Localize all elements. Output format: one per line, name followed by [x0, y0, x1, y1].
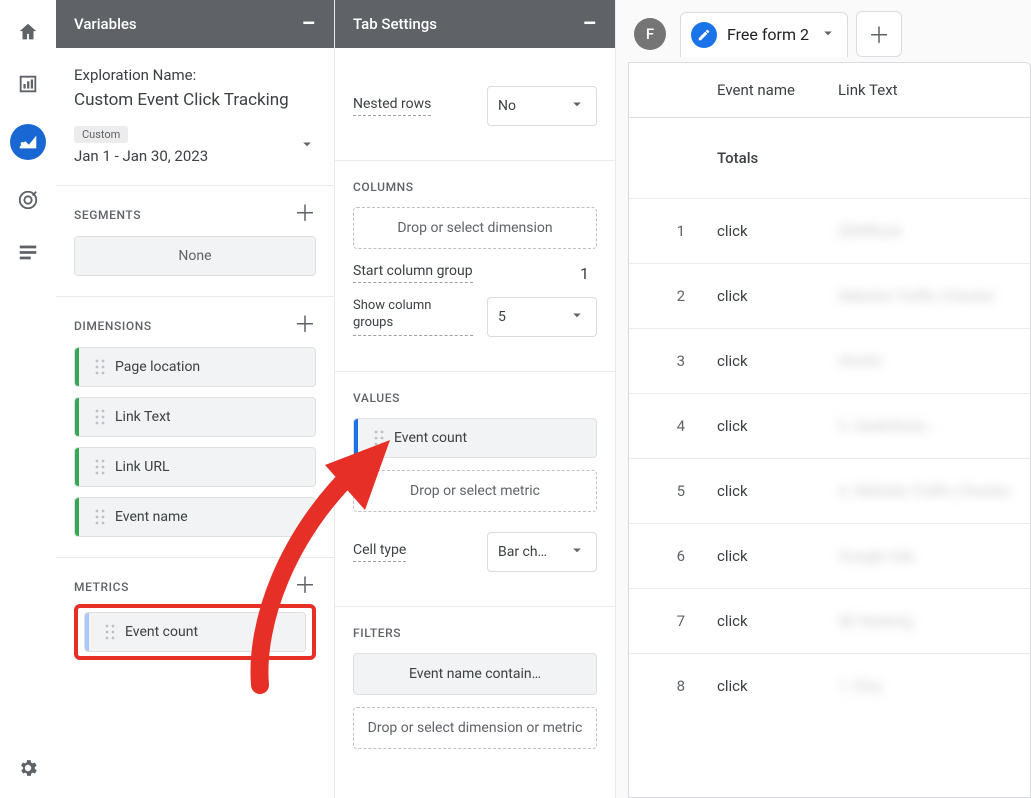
reports-icon[interactable]	[16, 72, 40, 96]
show-column-groups-select[interactable]: 5	[487, 297, 597, 337]
cell-event: click	[701, 329, 822, 394]
explore-icon[interactable]	[10, 124, 46, 160]
tab-settings-panel: Tab Settings − Nested rows No COLUMNS Dr…	[335, 0, 616, 798]
settings-header: Tab Settings −	[335, 0, 615, 48]
variables-panel: Variables − Exploration Name: Custom Eve…	[56, 0, 335, 798]
cell-link-text: Website Traffic Checker	[822, 264, 1031, 329]
cell-type-label: Cell type	[353, 542, 406, 562]
table-row[interactable]: 1clickSEMRushhttps://w	[629, 199, 1031, 264]
table-row[interactable]: 8click1. Etsyhttps://w	[629, 654, 1031, 719]
results-table: Event name Link Text Link URL Totals 1cl…	[629, 63, 1031, 718]
segments-title: SEGMENTS	[74, 208, 141, 222]
table-row[interactable]: 3clickAhrefshttps://w	[629, 329, 1031, 394]
show-column-groups-label: Show column groups	[353, 298, 473, 336]
columns-title: COLUMNS	[353, 180, 414, 194]
dimensions-title: DIMENSIONS	[74, 319, 152, 333]
cell-link-text: 1. Etsy	[822, 654, 1031, 719]
row-index: 2	[629, 264, 701, 329]
cell-event: click	[701, 524, 822, 589]
cell-event: click	[701, 589, 822, 654]
row-index: 3	[629, 329, 701, 394]
variables-title: Variables	[74, 15, 137, 33]
advertising-icon[interactable]	[16, 188, 40, 212]
cell-type-select[interactable]: Bar ch…	[487, 532, 597, 572]
columns-dropzone[interactable]: Drop or select dimension	[353, 207, 597, 249]
totals-row: Totals	[629, 118, 1031, 199]
variables-header: Variables −	[56, 0, 334, 48]
pencil-icon	[691, 22, 717, 48]
settings-title: Tab Settings	[353, 15, 437, 33]
cell-event: click	[701, 264, 822, 329]
col-event-name[interactable]: Event name	[701, 63, 822, 118]
cell-link-text: 4. Website Traffic Checker	[822, 459, 1031, 524]
dimension-chip[interactable]: Link URL	[74, 447, 316, 487]
date-badge: Custom	[74, 126, 128, 143]
nested-rows-select[interactable]: No	[487, 86, 597, 126]
row-index: 5	[629, 459, 701, 524]
row-index: 6	[629, 524, 701, 589]
nested-rows-label: Nested rows	[353, 96, 431, 116]
value-chip-event-count[interactable]: Event count	[353, 418, 597, 458]
row-index: 8	[629, 654, 701, 719]
cell-link-text: SEMRush	[822, 199, 1031, 264]
exploration-name-block[interactable]: Exploration Name: Custom Event Click Tra…	[74, 66, 316, 110]
tab-title: Free form 2	[727, 25, 809, 44]
metric-chip-event-count[interactable]: Event count	[84, 612, 306, 652]
col-link-text[interactable]: Link Text	[822, 63, 1031, 118]
table-row[interactable]: 6clickGoogle Adshttps://a	[629, 524, 1031, 589]
collapse-settings-icon[interactable]: −	[582, 11, 597, 37]
tab-freeform[interactable]: Free form 2	[680, 12, 848, 57]
filter-chip[interactable]: Event name contain…	[353, 653, 597, 695]
results-area: F Free form 2 ＋ Event name Link Text Lin…	[616, 0, 1031, 798]
cell-link-text: 5. GeekStack…	[822, 394, 1031, 459]
cell-link-text: Ahrefs	[822, 329, 1031, 394]
row-index: 7	[629, 589, 701, 654]
data-table-container[interactable]: Event name Link Text Link URL Totals 1cl…	[628, 62, 1031, 798]
table-row[interactable]: 5click4. Website Traffic Checkerhttps://…	[629, 459, 1031, 524]
cell-link-text: Google Ads	[822, 524, 1031, 589]
cell-link-text: SE Ranking	[822, 589, 1031, 654]
avatar: F	[634, 18, 666, 50]
annotation-highlight: Event count	[74, 604, 316, 660]
add-segment-button[interactable]: ＋	[294, 204, 316, 226]
exploration-label: Exploration Name:	[74, 66, 316, 84]
date-range: Jan 1 - Jan 30, 2023	[74, 147, 208, 165]
values-dropzone[interactable]: Drop or select metric	[353, 470, 597, 512]
segments-none: None	[74, 236, 316, 276]
filters-title: FILTERS	[353, 626, 401, 640]
metrics-title: METRICS	[74, 580, 129, 594]
table-row[interactable]: 7clickSE Rankinghttps://w	[629, 589, 1031, 654]
cell-event: click	[701, 199, 822, 264]
chevron-down-icon	[298, 135, 316, 157]
configure-icon[interactable]	[16, 240, 40, 264]
dimension-chip[interactable]: Page location	[74, 347, 316, 387]
app-root: Variables − Exploration Name: Custom Eve…	[0, 0, 1031, 798]
add-dimension-button[interactable]: ＋	[294, 315, 316, 337]
add-tab-button[interactable]: ＋	[856, 11, 902, 57]
start-column-group-label: Start column group	[353, 263, 473, 283]
date-range-picker[interactable]: Custom Jan 1 - Jan 30, 2023	[74, 126, 316, 165]
filters-dropzone[interactable]: Drop or select dimension or metric	[353, 707, 597, 749]
values-title: VALUES	[353, 391, 400, 405]
start-column-group-value[interactable]: 1	[580, 264, 597, 283]
row-index: 1	[629, 199, 701, 264]
cell-event: click	[701, 459, 822, 524]
table-row[interactable]: 2clickWebsite Traffic Checkerhttps://n	[629, 264, 1031, 329]
tabs-bar: F Free form 2 ＋	[628, 0, 1031, 62]
table-row[interactable]: 4click5. GeekStack…https://d	[629, 394, 1031, 459]
row-index: 4	[629, 394, 701, 459]
dimension-chip[interactable]: Event name	[74, 497, 316, 537]
add-metric-button[interactable]: ＋	[294, 576, 316, 598]
cell-event: click	[701, 394, 822, 459]
dimension-chip[interactable]: Link Text	[74, 397, 316, 437]
home-icon[interactable]	[16, 20, 40, 44]
cell-event: click	[701, 654, 822, 719]
chevron-down-icon[interactable]	[819, 24, 837, 46]
collapse-variables-icon[interactable]: −	[301, 11, 316, 37]
settings-icon[interactable]	[16, 756, 40, 780]
exploration-name: Custom Event Click Tracking	[74, 90, 316, 110]
nav-rail	[0, 0, 56, 798]
